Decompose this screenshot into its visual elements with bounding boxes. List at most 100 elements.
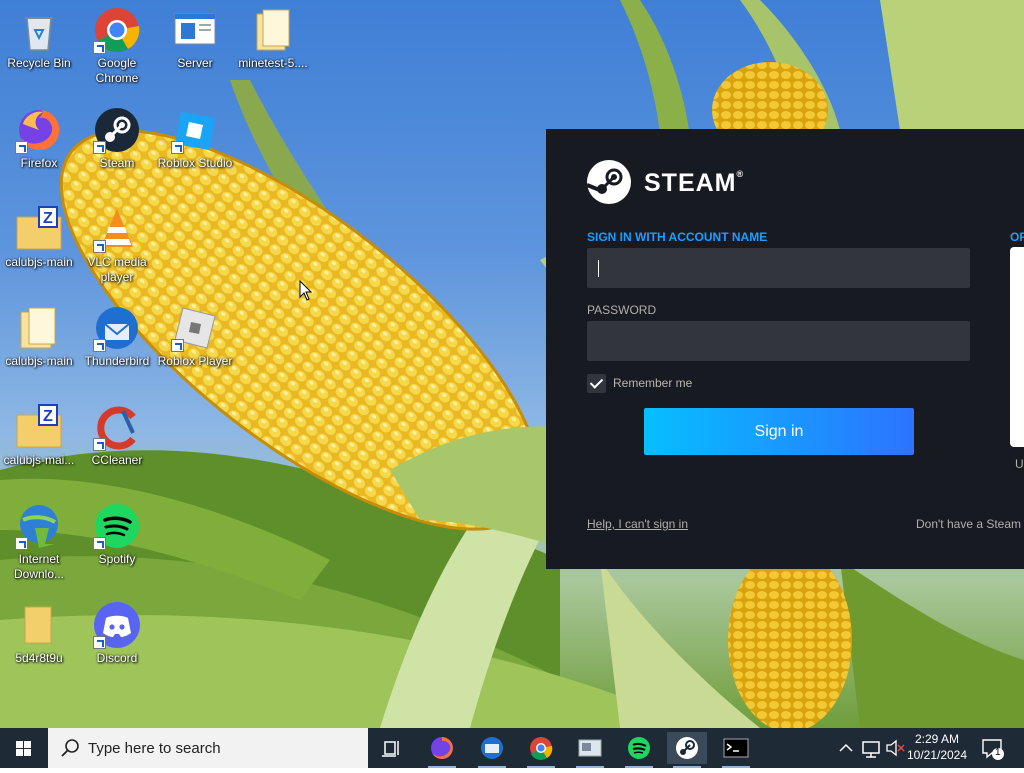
terminal-icon: [723, 738, 749, 758]
spotify-icon: [93, 502, 141, 550]
svg-text:Z: Z: [43, 210, 53, 227]
volume-muted-icon[interactable]: [884, 728, 906, 768]
vlc-icon: [93, 205, 141, 253]
shortcut-arrow-icon: [93, 240, 106, 253]
desktop-icon-label: VLC media player: [87, 255, 147, 284]
help-cant-sign-in-link[interactable]: Help, I can't sign in: [587, 517, 688, 531]
desktop-icon-label: calubjs-mai...: [3, 453, 75, 467]
taskbar-firefox[interactable]: [422, 732, 462, 768]
desktop-icon-discord[interactable]: Discord: [78, 601, 156, 666]
notification-count: 1: [995, 747, 1001, 758]
thunderbird-icon: [481, 737, 503, 759]
trademark-symbol: ®: [736, 169, 745, 179]
taskbar-search-box[interactable]: Type here to search: [48, 728, 368, 768]
taskbar-chrome[interactable]: [521, 732, 561, 768]
desktop-icon-calubjs-main-zip[interactable]: Z calubjs-main: [0, 205, 78, 270]
svg-text:Z: Z: [43, 408, 53, 425]
search-placeholder: Type here to search: [88, 740, 221, 757]
desktop-icon-calubjs-mai-zip[interactable]: Z calubjs-mai...: [0, 403, 78, 468]
desktop-icon-vlc[interactable]: VLC media player: [78, 205, 156, 285]
discord-icon: [93, 601, 141, 649]
spotify-icon: [628, 737, 650, 759]
shortcut-arrow-icon: [93, 636, 106, 649]
create-account-text[interactable]: Don't have a Steam: [916, 517, 1021, 531]
desktop-icon-google-chrome[interactable]: Google Chrome: [78, 6, 156, 86]
qr-signin-label: OR: [1010, 230, 1024, 244]
desktop-icon-firefox[interactable]: Firefox: [0, 106, 78, 171]
idm-icon: [15, 502, 63, 550]
roblox-studio-icon: [171, 106, 219, 154]
remember-me-checkbox[interactable]: [587, 374, 606, 393]
desktop-icon-ccleaner[interactable]: CCleaner: [78, 403, 156, 468]
firefox-icon: [431, 737, 453, 759]
desktop-icon-spotify[interactable]: Spotify: [78, 502, 156, 567]
desktop-icon-label: minetest-5....: [238, 56, 308, 70]
desktop-icon-steam[interactable]: Steam: [78, 106, 156, 171]
shortcut-arrow-icon: [93, 41, 106, 54]
action-center-button[interactable]: 1: [980, 736, 1004, 760]
desktop-icon-calubjs-main-folder[interactable]: calubjs-main: [0, 304, 78, 369]
folder-icon: [249, 6, 297, 54]
desktop-icon-label: Roblox Player: [157, 354, 233, 368]
qr-code-panel: [1010, 247, 1024, 447]
server-window-icon: [171, 6, 219, 54]
desktop-icon-roblox-studio[interactable]: Roblox Studio: [156, 106, 234, 171]
taskbar-steam[interactable]: [667, 732, 707, 768]
windows-logo-icon: [16, 741, 31, 756]
password-input[interactable]: [587, 321, 970, 361]
start-button[interactable]: [0, 728, 48, 768]
qr-caption: U: [1015, 457, 1024, 471]
desktop-icon-label: Spotify: [98, 552, 136, 566]
account-name-label: SIGN IN WITH ACCOUNT NAME: [587, 230, 768, 244]
folder-icon: [15, 304, 63, 352]
desktop-icon-thunderbird[interactable]: Thunderbird: [78, 304, 156, 369]
steam-icon: [676, 737, 698, 759]
network-icon[interactable]: [860, 728, 882, 768]
desktop-icon-internet-download-manager[interactable]: Internet Downlo...: [0, 502, 78, 582]
shortcut-arrow-icon: [93, 339, 106, 352]
shortcut-arrow-icon: [93, 537, 106, 550]
desktop-icon-label: 5d4r8t9u: [15, 651, 63, 665]
desktop-icon-label: calubjs-main: [5, 255, 73, 269]
taskbar-file-explorer[interactable]: [570, 732, 610, 768]
desktop-icon-server[interactable]: Server: [156, 6, 234, 71]
desktop-icon-label: Discord: [96, 651, 138, 665]
taskbar: Type here to search 2:29 AM 10/21/2024 1: [0, 728, 1024, 768]
desktop-icon-label: Server: [177, 56, 213, 70]
desktop-icon-label: Steam: [99, 156, 135, 170]
roblox-icon: [171, 304, 219, 352]
firefox-icon: [15, 106, 63, 154]
desktop-icon-recycle-bin[interactable]: Recycle Bin: [0, 6, 78, 71]
chrome-icon: [530, 737, 553, 760]
clock-date: 10/21/2024: [906, 748, 968, 762]
sign-in-button[interactable]: Sign in: [644, 408, 914, 455]
shortcut-arrow-icon: [15, 537, 28, 550]
desktop-icon-minetest[interactable]: minetest-5....: [234, 6, 312, 71]
shortcut-arrow-icon: [15, 141, 28, 154]
desktop-icon-roblox-player[interactable]: Roblox Player: [156, 304, 234, 369]
show-hidden-icons-chevron-icon[interactable]: [836, 728, 856, 768]
password-label: PASSWORD: [587, 303, 657, 317]
shortcut-arrow-icon: [171, 339, 184, 352]
zip-folder-icon: Z: [15, 403, 63, 451]
folder-icon: [15, 601, 63, 649]
account-name-input[interactable]: [587, 248, 970, 288]
task-view-button[interactable]: [372, 732, 412, 764]
steam-brand-text: STEAM: [644, 169, 737, 197]
clock-time: 2:29 AM: [914, 732, 960, 746]
task-view-icon: [382, 741, 399, 757]
remember-me-label[interactable]: Remember me: [613, 376, 692, 390]
desktop-icon-label: Roblox Studio: [157, 156, 233, 170]
system-clock[interactable]: 2:29 AM 10/21/2024: [904, 731, 970, 763]
taskbar-terminal[interactable]: [716, 732, 756, 768]
steam-icon: [93, 106, 141, 154]
recycle-bin-icon: [15, 6, 63, 54]
file-explorer-icon: [578, 739, 602, 757]
desktop-icon-label: calubjs-main: [5, 354, 73, 368]
taskbar-thunderbird[interactable]: [472, 732, 512, 768]
taskbar-spotify[interactable]: [619, 732, 659, 768]
search-icon: [61, 739, 79, 757]
desktop-icon-5d4r8t9u[interactable]: 5d4r8t9u: [0, 601, 78, 666]
desktop-icon-label: Firefox: [20, 156, 58, 170]
shortcut-arrow-icon: [93, 141, 106, 154]
